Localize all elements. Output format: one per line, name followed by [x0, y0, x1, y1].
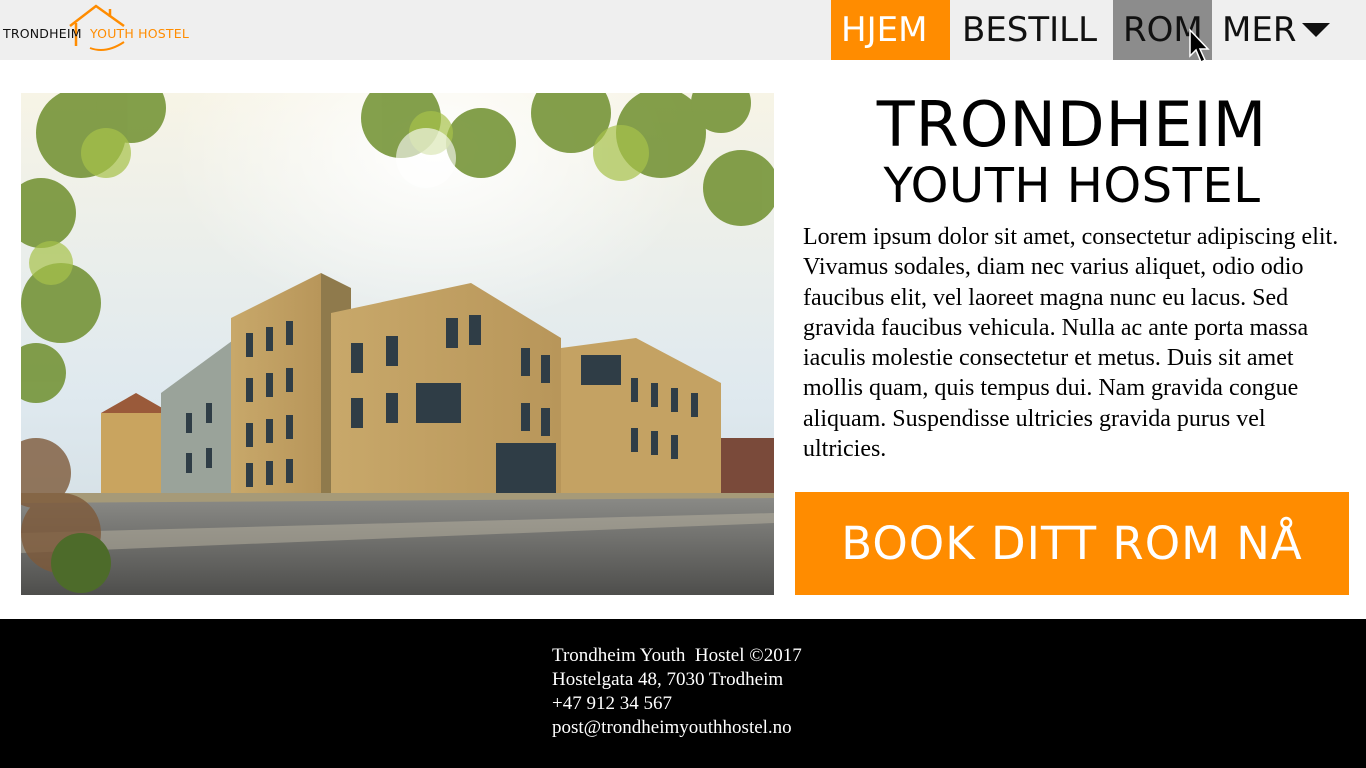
footer-address: Hostelgata 48, 7030 Trodheim — [552, 669, 784, 690]
site-logo[interactable]: TRONDHEIM YOUTH HOSTEL — [0, 0, 200, 60]
logo-text-trondheim: TRONDHEIM — [3, 26, 82, 41]
intro-text: Lorem ipsum dolor sit amet, consectetur … — [803, 224, 1339, 463]
nav-item-label: BESTILL — [962, 10, 1098, 50]
logo-text-youth-hostel: YOUTH HOSTEL — [90, 26, 190, 41]
footer-info: Trondheim Youth Hostel ©2017 Hostelgata … — [552, 644, 802, 740]
nav-item-hjem[interactable]: HJEM — [831, 0, 950, 60]
site-footer: Trondheim Youth Hostel ©2017 Hostelgata … — [0, 619, 1366, 768]
book-room-button[interactable]: BOOK DITT ROM NÅ — [795, 492, 1349, 595]
nav-item-mer[interactable]: MER — [1212, 0, 1352, 60]
page-title: TRONDHEIM — [876, 88, 1268, 161]
hostel-building-photo — [21, 93, 774, 595]
footer-phone: +47 912 34 567 — [552, 693, 672, 714]
chevron-down-icon — [1302, 23, 1331, 37]
page-subtitle: YOUTH HOSTEL — [883, 158, 1261, 214]
footer-copyright: Trondheim Youth Hostel ©2017 — [552, 645, 802, 666]
footer-email[interactable]: post@trondheimyouthhostel.no — [552, 717, 792, 738]
nav-item-bestill[interactable]: BESTILL — [952, 0, 1112, 60]
nav-item-label: MER — [1222, 10, 1297, 50]
site-header: TRONDHEIM YOUTH HOSTEL HJEM BESTILL ROM … — [0, 0, 1366, 64]
nav-item-label: HJEM — [841, 10, 928, 50]
mouse-pointer-icon — [1189, 28, 1210, 64]
